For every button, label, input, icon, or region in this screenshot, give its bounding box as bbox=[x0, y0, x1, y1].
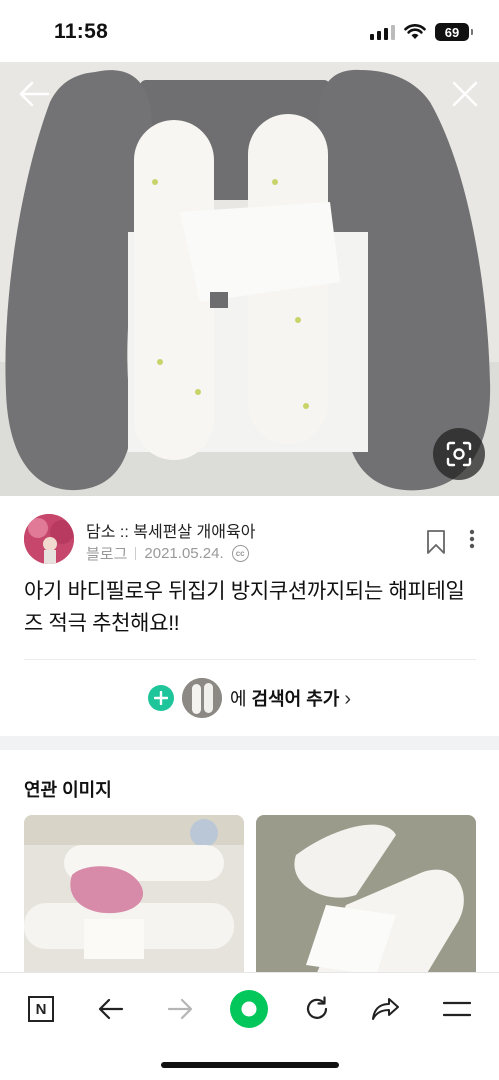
related-images-title: 연관 이미지 bbox=[24, 780, 112, 800]
hero-image[interactable] bbox=[0, 62, 499, 496]
body-pillow-photo bbox=[0, 62, 499, 496]
image-search-lens-button[interactable] bbox=[433, 428, 485, 480]
battery-icon: 69 bbox=[435, 23, 473, 41]
post-title[interactable]: 아기 바디필로우 뒤집기 방지쿠션까지되는 해피테일즈 적극 추천해요!! bbox=[24, 576, 480, 640]
share-icon bbox=[372, 998, 399, 1020]
chevron-right-icon: › bbox=[344, 688, 352, 710]
status-icons: 69 bbox=[370, 23, 473, 41]
post-category: 블로그 bbox=[86, 546, 128, 563]
refresh-button[interactable] bbox=[297, 989, 337, 1029]
forward-arrow-icon bbox=[167, 998, 193, 1020]
related-photo-2 bbox=[256, 815, 476, 975]
wifi-icon bbox=[404, 24, 426, 39]
green-dot-button[interactable] bbox=[229, 989, 269, 1029]
home-indicator bbox=[161, 1062, 339, 1068]
section-divider bbox=[24, 659, 476, 660]
back-arrow-icon bbox=[98, 998, 124, 1020]
status-time: 11:58 bbox=[54, 20, 109, 43]
browser-back-button[interactable] bbox=[91, 989, 131, 1029]
author-avatar[interactable] bbox=[24, 514, 74, 564]
add-search-prefix: 에 bbox=[229, 689, 252, 709]
avatar-photo bbox=[24, 514, 74, 564]
meta-divider bbox=[135, 547, 137, 560]
related-image-2[interactable] bbox=[256, 815, 476, 975]
battery-level: 69 bbox=[444, 24, 460, 40]
section-spacer bbox=[0, 736, 499, 750]
naver-n-icon: N bbox=[28, 996, 54, 1022]
post-meta: 블로그 2021.05.24. cc bbox=[86, 543, 249, 564]
author-name[interactable]: 담소 :: 복세편살 개애육아 bbox=[86, 518, 255, 542]
refresh-icon bbox=[306, 996, 328, 1019]
browser-forward-button[interactable] bbox=[160, 989, 200, 1029]
close-button[interactable] bbox=[445, 76, 485, 112]
add-search-bold: 검색어 추가 bbox=[251, 689, 340, 709]
bookmark-button[interactable] bbox=[424, 528, 448, 556]
add-search-keyword-button[interactable]: 에 검색어 추가 › bbox=[0, 676, 499, 720]
related-photo-1 bbox=[24, 815, 244, 975]
back-button[interactable] bbox=[14, 76, 54, 112]
cellular-signal-icon bbox=[370, 24, 395, 40]
green-dot-home-icon bbox=[230, 990, 268, 1028]
keyword-thumbnail bbox=[181, 678, 222, 718]
share-button[interactable] bbox=[366, 989, 406, 1029]
more-options-button[interactable] bbox=[462, 526, 482, 552]
arrow-left-icon bbox=[19, 81, 50, 107]
naver-home-button[interactable]: N bbox=[21, 989, 61, 1029]
image-search-lens-icon bbox=[446, 441, 472, 467]
related-image-1[interactable] bbox=[24, 815, 244, 975]
status-bar: 11:58 69 bbox=[0, 0, 499, 62]
plus-icon bbox=[147, 685, 174, 711]
add-search-label: 에 검색어 추가 › bbox=[230, 685, 351, 711]
bookmark-icon bbox=[427, 530, 445, 554]
menu-icon bbox=[443, 1001, 471, 1017]
close-icon bbox=[452, 81, 478, 107]
post-date: 2021.05.24. bbox=[144, 545, 224, 562]
more-vertical-icon bbox=[469, 529, 475, 549]
creative-commons-icon: cc bbox=[231, 545, 249, 562]
menu-button[interactable] bbox=[437, 989, 477, 1029]
